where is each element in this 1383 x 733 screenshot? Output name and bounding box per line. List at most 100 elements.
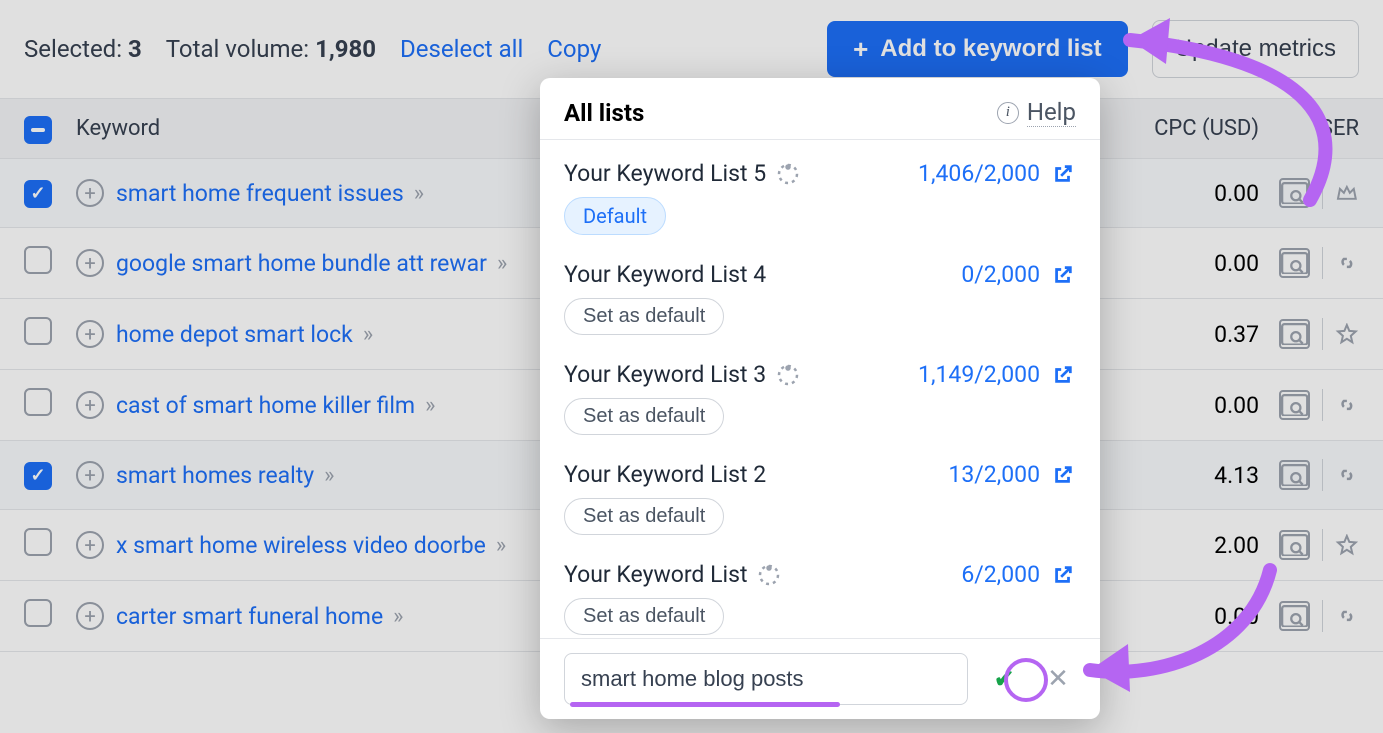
row-checkbox[interactable] — [24, 317, 52, 345]
external-link-icon[interactable] — [1052, 364, 1074, 386]
add-kw-label: Add to keyword list — [880, 35, 1101, 63]
chevrons-icon: » — [363, 322, 369, 347]
row-checkbox[interactable] — [24, 599, 52, 627]
link-icon[interactable] — [1335, 464, 1359, 486]
chevrons-icon: » — [393, 604, 399, 629]
divider — [1322, 600, 1323, 632]
expand-icon[interactable]: + — [76, 179, 104, 207]
list-count: 6/2,000 — [961, 561, 1040, 588]
shared-icon — [776, 363, 800, 387]
serp-icon[interactable] — [1279, 460, 1310, 490]
list-name: Your Keyword List 3 — [564, 361, 800, 388]
row-checkbox[interactable] — [24, 462, 52, 490]
volume-summary: Total volume: 1,980 — [166, 35, 376, 63]
shared-icon — [776, 162, 800, 186]
row-checkbox[interactable] — [24, 388, 52, 416]
chevrons-icon: » — [425, 393, 431, 418]
chevrons-icon: » — [324, 463, 330, 488]
list-count: 1,406/2,000 — [918, 160, 1040, 187]
popover-title: All lists — [564, 99, 644, 127]
deselect-all-link[interactable]: Deselect all — [400, 35, 523, 63]
add-to-keyword-list-button[interactable]: + Add to keyword list — [827, 21, 1128, 77]
external-link-icon[interactable] — [1052, 464, 1074, 486]
row-checkbox[interactable] — [24, 246, 52, 274]
keyword-link[interactable]: home depot smart lock — [116, 321, 353, 348]
cpc-value: 0.00 — [1069, 250, 1279, 277]
external-link-icon[interactable] — [1052, 264, 1074, 286]
list-item[interactable]: Your Keyword List 6/2,000 Set as default — [564, 549, 1084, 638]
divider — [1322, 247, 1323, 279]
external-link-icon[interactable] — [1052, 564, 1074, 586]
shared-icon — [757, 563, 781, 587]
serp-icon[interactable] — [1279, 319, 1310, 349]
selected-count: 3 — [128, 35, 142, 63]
cpc-value: 4.13 — [1069, 462, 1279, 489]
link-icon[interactable] — [1335, 394, 1359, 416]
cpc-value: 0.00 — [1069, 603, 1279, 630]
volume-value: 1,980 — [315, 35, 376, 63]
link-icon[interactable] — [1335, 252, 1359, 274]
copy-link[interactable]: Copy — [547, 35, 601, 63]
serp-icon[interactable] — [1279, 178, 1310, 208]
list-item[interactable]: Your Keyword List 5 1,406/2,000 Default — [564, 148, 1084, 249]
divider — [1322, 459, 1323, 491]
keyword-link[interactable]: google smart home bundle att rewar — [116, 250, 487, 277]
external-link-icon[interactable] — [1052, 163, 1074, 185]
list-name: Your Keyword List — [564, 561, 781, 588]
select-all-checkbox[interactable] — [24, 116, 52, 144]
expand-icon[interactable]: + — [76, 602, 104, 630]
update-metrics-button[interactable]: Update metrics — [1152, 20, 1359, 78]
divider — [1322, 389, 1323, 421]
keyword-link[interactable]: carter smart funeral home — [116, 603, 383, 630]
set-default-button[interactable]: Set as default — [564, 398, 724, 435]
keyword-link[interactable]: cast of smart home killer film — [116, 392, 415, 419]
serp-icon[interactable] — [1279, 530, 1310, 560]
link-icon[interactable] — [1335, 605, 1359, 627]
list-count: 0/2,000 — [961, 261, 1040, 288]
list-item[interactable]: Your Keyword List 3 1,149/2,000 Set as def… — [564, 349, 1084, 449]
expand-icon[interactable]: + — [76, 531, 104, 559]
keyword-lists-container[interactable]: Your Keyword List 51,406/2,000DefaultYou… — [540, 148, 1100, 638]
col-header-cpc[interactable]: CPC (USD) — [1069, 116, 1279, 141]
confirm-create-list-button[interactable]: ✔ — [986, 661, 1022, 697]
list-name: Your Keyword List 2 — [564, 461, 766, 488]
divider — [1322, 177, 1323, 209]
keyword-list-popover: All lists i Help Your Keyword List 5 1,40… — [540, 78, 1100, 719]
set-default-button[interactable]: Set as default — [564, 498, 724, 535]
keyword-link[interactable]: smart homes realty — [116, 462, 314, 489]
expand-icon[interactable]: + — [76, 249, 104, 277]
set-default-button[interactable]: Set as default — [564, 598, 724, 635]
row-checkbox[interactable] — [24, 528, 52, 556]
info-icon: i — [997, 102, 1019, 124]
serp-icon[interactable] — [1279, 248, 1310, 278]
list-name: Your Keyword List 5 — [564, 160, 800, 187]
keyword-link[interactable]: x smart home wireless video doorbe — [116, 532, 486, 559]
chevrons-icon: » — [414, 181, 420, 206]
new-list-name-input[interactable] — [564, 653, 968, 705]
set-default-button[interactable]: Set as default — [564, 298, 724, 335]
list-item[interactable]: Your Keyword List 2 13/2,000 Set as defaul… — [564, 449, 1084, 549]
selected-summary: Selected: 3 — [24, 35, 142, 63]
expand-icon[interactable]: + — [76, 391, 104, 419]
crown-icon[interactable] — [1335, 182, 1359, 204]
cancel-create-list-button[interactable]: ✕ — [1040, 661, 1076, 697]
cpc-value: 0.00 — [1069, 180, 1279, 207]
star-icon[interactable] — [1335, 323, 1359, 345]
serp-icon[interactable] — [1279, 390, 1310, 420]
cpc-value: 0.37 — [1069, 321, 1279, 348]
volume-label: Total volume: — [166, 35, 309, 63]
expand-icon[interactable]: + — [76, 461, 104, 489]
expand-icon[interactable]: + — [76, 320, 104, 348]
list-count: 13/2,000 — [948, 461, 1040, 488]
list-name: Your Keyword List 4 — [564, 261, 766, 288]
list-item[interactable]: Your Keyword List 4 0/2,000 Set as default — [564, 249, 1084, 349]
star-icon[interactable] — [1335, 534, 1359, 556]
keyword-link[interactable]: smart home frequent issues — [116, 180, 404, 207]
col-header-ser[interactable]: SER — [1279, 116, 1359, 141]
chevrons-icon: » — [496, 533, 502, 558]
help-link[interactable]: i Help — [997, 98, 1076, 127]
default-badge: Default — [564, 197, 666, 235]
list-count: 1,149/2,000 — [918, 361, 1040, 388]
row-checkbox[interactable] — [24, 180, 52, 208]
serp-icon[interactable] — [1279, 601, 1310, 631]
